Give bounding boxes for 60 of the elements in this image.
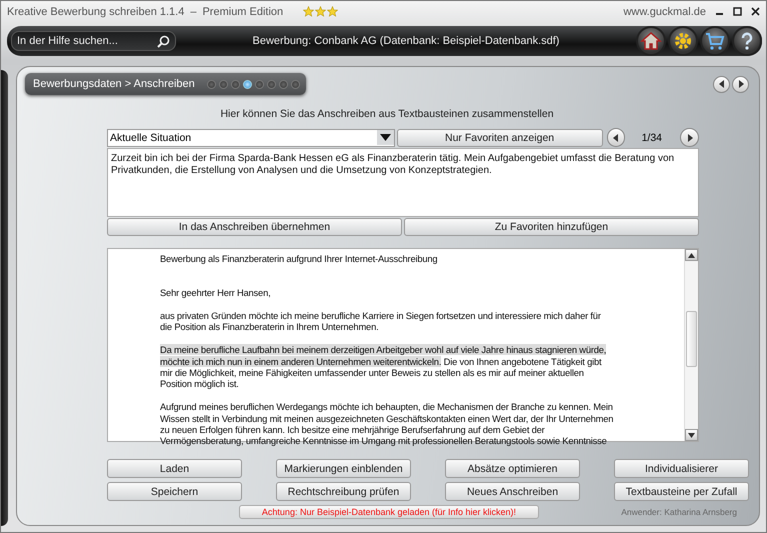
right-arrow-icon bbox=[686, 134, 694, 142]
letter-paragraph: Da meine berufliche Laufbahn bei meinem derzeitigen Arbeitgeber wohl auf viele Jahre hinaus stagnieren würde, möchte ich mich nun in einem anderen Unternehmen weiterentwickeln. Die von Ihnen angebotene Tätigkeit gibt mir die Möglichkeit, meine Fähigkeiten umfassender unter Beweis zu stellen als es mir auf meiner aktuellen Position möglich ist. bbox=[160, 344, 608, 390]
snippet-text: Zurzeit bin ich bei der Firma Sparda-Bank Hessen eG als Finanzberaterin tätig. Mein Aufgabengebiet umfasst die Beratung von Privatkunden, die Erstellung von Analysen und die Umsetzung von Konzeptstrategien. bbox=[107, 148, 699, 217]
close-icon[interactable] bbox=[751, 7, 760, 16]
cart-icon bbox=[704, 30, 726, 52]
document-caption: Bewerbung: Conbank AG (Datenbank: Beispiel-Datenbank.sdf) bbox=[252, 35, 560, 47]
cart-button[interactable] bbox=[700, 26, 730, 56]
breadcrumb: Bewerbungsdaten > Anschreiben bbox=[33, 78, 195, 90]
warning-link[interactable]: Achtung: Nur Beispiel-Datenbank geladen (für Info hier klicken)! bbox=[239, 505, 539, 519]
scrollbar[interactable] bbox=[684, 249, 698, 441]
side-panel-handle[interactable] bbox=[1, 70, 8, 526]
action-button[interactable]: Neues Anschreiben bbox=[445, 482, 580, 501]
step-dot[interactable] bbox=[254, 80, 264, 88]
help-button[interactable] bbox=[732, 26, 762, 56]
scroll-thumb[interactable] bbox=[686, 311, 697, 367]
previous-button[interactable] bbox=[606, 128, 626, 147]
action-button[interactable]: Individualisierer bbox=[614, 459, 749, 478]
website-link[interactable]: www.guckmal.de bbox=[623, 6, 706, 18]
snippet-button[interactable]: Zu Favoriten hinzufügen bbox=[404, 218, 699, 236]
action-button[interactable]: Speichern bbox=[107, 482, 242, 501]
letter-paragraph: Aufgrund meines beruflichen Werdegangs möchte ich behaupten, die Mechanismen der Branche zu kennen. Mein Wissen stellt in Verbindung mit meinen ausgezeichneten Geschäftskontakten einen Wert dar, der Ihr Unternehmen zu neuen Erfolgen führen kann. Ich besitze eine mehrjährige Berufserfahrung auf dem Gebiet der Vermögensberatung, umfangreiche Kenntnisse im Umgang mit professionellen Beratungstools sowie Kenntnisse bbox=[160, 401, 614, 447]
favorites-filter-button[interactable]: Nur Favoriten anzeigen bbox=[396, 128, 603, 146]
title-separator: – bbox=[190, 6, 196, 18]
action-button[interactable]: Absätze optimieren bbox=[445, 459, 580, 478]
action-button[interactable]: Rechtschreibung prüfen bbox=[276, 482, 411, 501]
gear-icon bbox=[672, 30, 694, 52]
search-field[interactable]: In der Hilfe suchen... bbox=[11, 31, 176, 51]
house-icon bbox=[640, 30, 662, 52]
home-button[interactable] bbox=[636, 26, 666, 56]
scroll-up-icon[interactable] bbox=[688, 252, 695, 258]
step-dot[interactable] bbox=[242, 80, 252, 88]
category-dropdown[interactable]: Aktuelle Situation bbox=[107, 128, 395, 146]
snippet-button[interactable]: In das Anschreiben übernehmen bbox=[107, 218, 402, 236]
step-dot[interactable] bbox=[206, 80, 216, 88]
action-button[interactable]: Markierungen einblenden bbox=[276, 459, 411, 478]
letter-paragraph: Sehr geehrter Herr Hansen, bbox=[160, 287, 272, 299]
step-dot[interactable] bbox=[278, 80, 288, 88]
search-icon[interactable] bbox=[157, 35, 170, 48]
scroll-down-icon[interactable] bbox=[688, 432, 695, 438]
letter-paragraph: aus privaten Gründen möchte ich meine berufliche Karriere in Siegen fortsetzen und interessiere mich daher für die Position als Finanzberaterin in Ihrem Unternehmen. bbox=[160, 310, 602, 333]
letter-paragraph: Bewerbung als Finanzberaterin aufgrund Ihrer Internet-Ausschreibung bbox=[160, 253, 438, 264]
maximize-icon[interactable] bbox=[733, 7, 742, 16]
step-dot[interactable] bbox=[290, 80, 300, 88]
page-counter: 1/34 bbox=[640, 132, 663, 144]
edition-label: Premium Edition bbox=[202, 6, 284, 18]
back-button[interactable] bbox=[713, 76, 730, 92]
action-button[interactable]: Laden bbox=[107, 459, 242, 478]
step-dot[interactable] bbox=[230, 80, 240, 88]
left-arrow-icon bbox=[718, 80, 726, 88]
action-button[interactable]: Textbausteine per Zufall bbox=[614, 482, 749, 501]
step-dot[interactable] bbox=[266, 80, 276, 88]
section-heading: Hier können Sie das Anschreiben aus Textbausteinen zusammenstellen bbox=[219, 108, 555, 120]
settings-button[interactable] bbox=[668, 26, 698, 56]
forward-button[interactable] bbox=[732, 76, 749, 92]
left-arrow-icon bbox=[612, 134, 620, 142]
next-button[interactable] bbox=[680, 128, 699, 147]
user-label: Anwender: Katharina Arnsberg bbox=[621, 507, 737, 517]
step-dot[interactable] bbox=[218, 80, 228, 88]
right-arrow-icon bbox=[736, 80, 744, 88]
window-title: Kreative Bewerbung schreiben 1.1.4 bbox=[7, 6, 184, 18]
